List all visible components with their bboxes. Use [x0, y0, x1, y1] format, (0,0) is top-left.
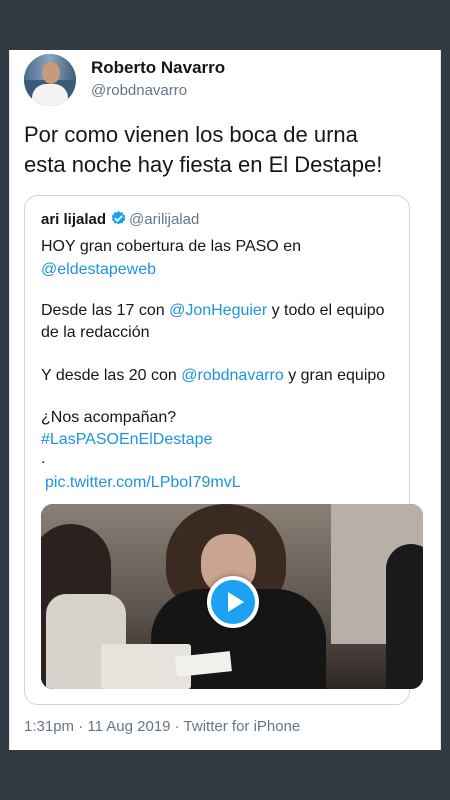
play-icon	[228, 592, 244, 612]
mention-link[interactable]: @eldestapeweb	[41, 261, 156, 278]
avatar-head	[42, 62, 60, 84]
author-handle[interactable]: @robdnavarro	[91, 82, 187, 99]
top-bar	[0, 0, 450, 50]
quoted-text: HOY gran cobertura de las PASO en	[41, 238, 301, 255]
quoted-author-handle[interactable]: @arilijalad	[129, 211, 199, 228]
quoted-text: Y desde las 20 con	[41, 367, 182, 384]
quoted-text: de la redacción	[41, 324, 150, 341]
tweet-text: Por como vienen los boca de urna esta no…	[24, 120, 424, 180]
play-button[interactable]	[207, 576, 259, 628]
quoted-author-name[interactable]: ari lijalad	[41, 211, 106, 228]
verified-icon	[110, 210, 127, 231]
quoted-text-line: Desde las 17 con @JonHeguier y todo el e…	[41, 300, 401, 322]
author-avatar[interactable]	[24, 54, 76, 106]
hashtag-link[interactable]: #LasPASOEnElDestape	[41, 431, 212, 448]
pic-link[interactable]: pic.twitter.com/LPboI79mvL	[45, 474, 241, 491]
quoted-text: y todo el equipo	[267, 302, 385, 319]
quoted-text-line: pic.twitter.com/LPboI79mvL	[45, 472, 405, 494]
quoted-text: ¿Nos acompañan?	[41, 409, 177, 426]
quoted-text-line: Y desde las 20 con @robdnavarro y gran e…	[41, 365, 401, 387]
quoted-tweet[interactable]: ari lijalad @arilijalad HOY gran cobertur…	[24, 195, 423, 705]
tweet-text-line: esta noche hay fiesta en El Destape!	[24, 152, 383, 177]
avatar-shirt	[32, 84, 68, 106]
video-thumbnail[interactable]	[41, 504, 423, 689]
quoted-text: Desde las 17 con	[41, 302, 170, 319]
quoted-tweet-header: ari lijalad @arilijalad	[41, 210, 199, 231]
quoted-text: y gran equipo	[283, 367, 386, 384]
video-person-right	[386, 544, 423, 689]
quoted-text-line: ¿Nos acompañan?	[41, 407, 401, 429]
quoted-text-line: @eldestapeweb	[41, 259, 401, 281]
quoted-text: .	[41, 450, 46, 467]
bottom-bar	[0, 750, 450, 800]
quoted-text-line: de la redacción	[41, 322, 401, 344]
author-name[interactable]: Roberto Navarro	[91, 58, 225, 78]
tweet-timestamp[interactable]: 1:31pm · 11 Aug 2019 · Twitter for iPhon…	[24, 718, 300, 735]
mention-link[interactable]: @JonHeguier	[169, 302, 267, 319]
quoted-text-line: .	[41, 448, 401, 470]
tweet-text-line: Por como vienen los boca de urna	[24, 122, 358, 147]
quoted-text-line: HOY gran cobertura de las PASO en	[41, 236, 401, 258]
mention-link[interactable]: @robdnavarro	[181, 367, 284, 384]
